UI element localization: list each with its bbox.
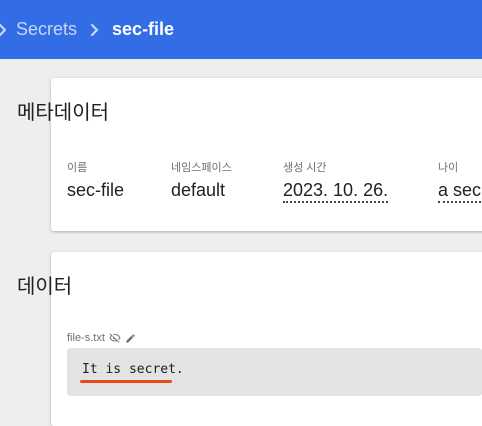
meta-value: sec-file [67, 180, 125, 200]
meta-field-namespace: 네임스페이스 default [171, 161, 232, 201]
breadcrumb-current: sec-file [112, 19, 175, 39]
chevron-right-icon [0, 23, 10, 37]
age-value[interactable]: a sec [438, 180, 482, 203]
meta-label: 이름 [67, 162, 88, 174]
metadata-title: 메타데이터 [17, 102, 109, 124]
annotation-underline [80, 380, 172, 383]
breadcrumb-bar: Secrets sec-file [0, 0, 482, 59]
breadcrumb-secrets-link[interactable]: Secrets [16, 19, 77, 40]
created-time-value[interactable]: 2023. 10. 26. [283, 180, 389, 203]
meta-label: 네임스페이스 [171, 162, 232, 174]
secret-detail-page: Secrets sec-file 메타데이터 이름 sec-file 네임스페이… [0, 0, 482, 426]
data-key-label: file-s.txt [67, 332, 105, 344]
meta-field-created: 생성 시간 2023. 10. 26. [283, 161, 389, 203]
meta-value: default [171, 180, 226, 200]
secret-value-text: It is secret. [82, 362, 184, 377]
data-title: 데이터 [17, 276, 73, 298]
secret-value-box[interactable]: It is secret. [67, 348, 482, 396]
edit-icon[interactable] [125, 332, 137, 344]
meta-field-age: 나이 a sec [438, 161, 482, 203]
chevron-right-icon [88, 23, 102, 37]
data-entry-header: file-s.txt [67, 332, 137, 344]
meta-field-name: 이름 sec-file [67, 161, 124, 201]
visibility-off-icon[interactable] [109, 332, 121, 344]
metadata-card [51, 78, 482, 231]
meta-label: 나이 [438, 162, 459, 174]
meta-label: 생성 시간 [283, 162, 327, 174]
